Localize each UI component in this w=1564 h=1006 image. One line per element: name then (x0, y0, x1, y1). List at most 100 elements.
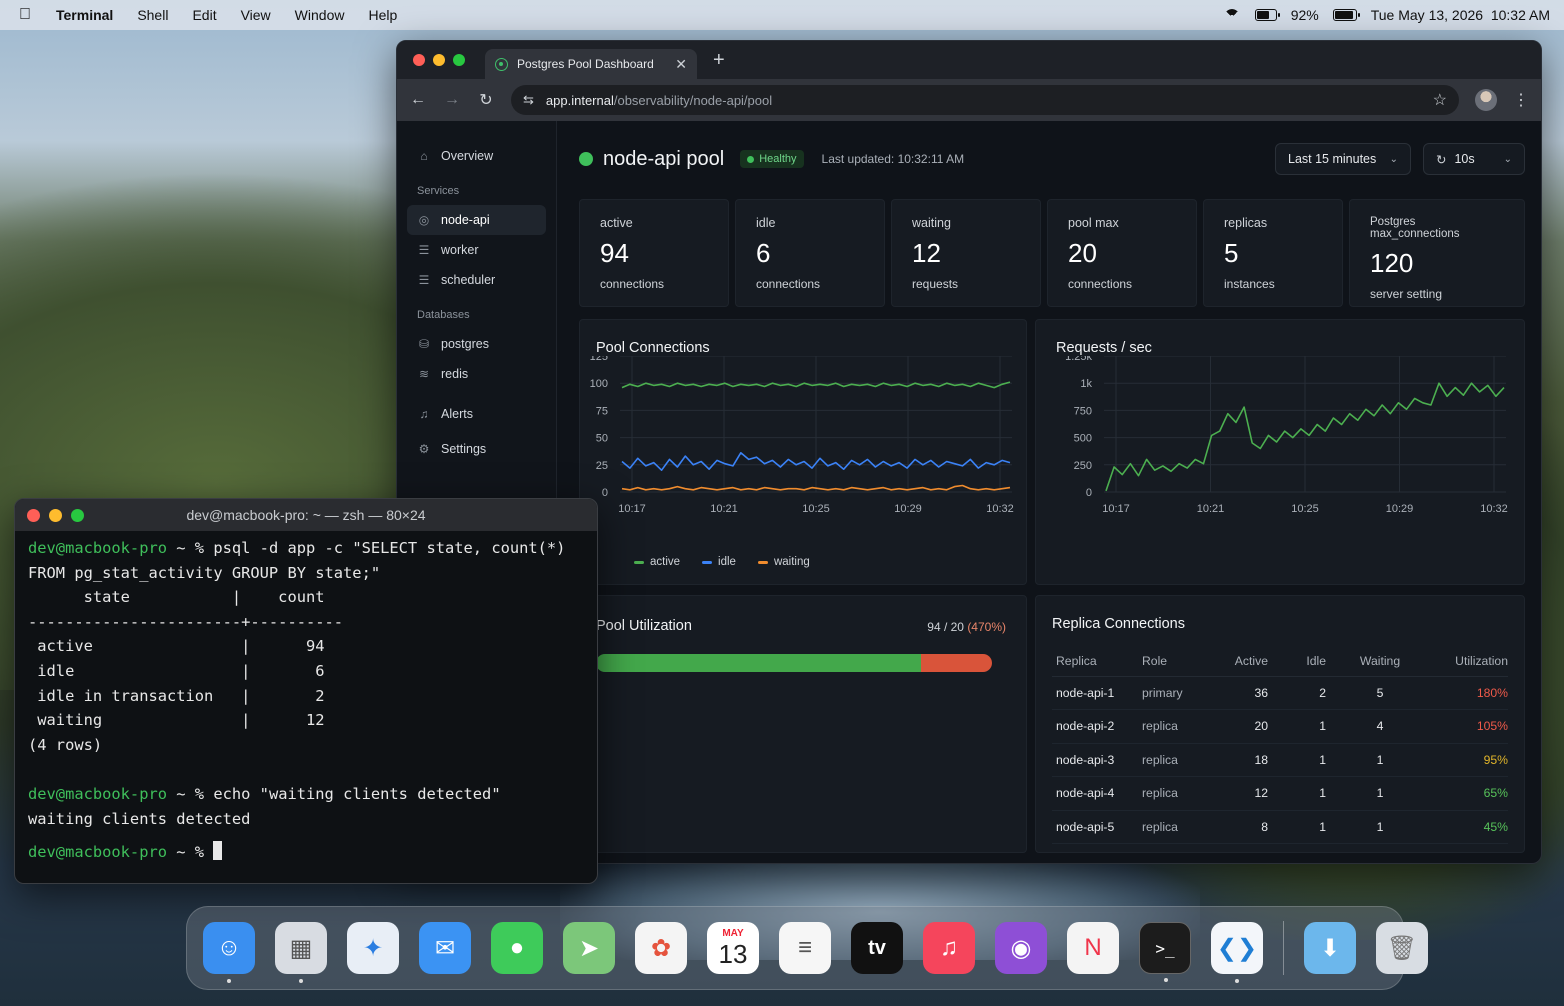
tab-close-icon[interactable]: ✕ (675, 56, 687, 73)
launchpad-icon[interactable]: ▦ (275, 922, 327, 983)
legend-item-idle[interactable]: idle (702, 556, 736, 568)
address-bar[interactable]: ⇆ app.internal/observability/node-api/po… (511, 85, 1459, 115)
forward-icon[interactable]: → (443, 91, 461, 109)
y-tick-label: 250 (1074, 460, 1092, 472)
legend-swatch-icon (702, 560, 713, 564)
browser-tab[interactable]: Postgres Pool Dashboard ✕ (485, 49, 697, 79)
terminal-output[interactable]: dev@macbook-pro ~ % psql -d app -c "SELE… (15, 531, 597, 874)
music-icon[interactable]: ♫ (923, 922, 975, 974)
replica-role: replica (1142, 810, 1204, 844)
status-badge: Healthy (740, 150, 804, 168)
x-tick-label: 10:29 (1386, 503, 1414, 515)
terminal-text: -----------------------+---------- (28, 612, 344, 631)
menu-app-name[interactable]: Terminal (56, 7, 113, 23)
y-tick-label: 750 (1074, 405, 1092, 417)
trash-icon[interactable]: 🗑 (1376, 922, 1428, 974)
utilization-bar-overflow (920, 654, 992, 672)
col-replica: Replica (1052, 646, 1142, 677)
sidebar-item-alerts[interactable]: ♫ Alerts (407, 399, 546, 429)
table-row[interactable]: node-api-1 primary 36 2 5 180% (1052, 676, 1508, 710)
sidebar-item-scheduler[interactable]: ☰ scheduler (407, 265, 546, 295)
profile-avatar[interactable] (1475, 89, 1497, 111)
terminal-text: waiting | 12 (28, 711, 325, 730)
mail-icon[interactable]: ✉ (419, 922, 471, 974)
y-tick-label: 75 (596, 405, 608, 417)
minimize-window-button[interactable] (433, 54, 445, 66)
stat-label: Postgres max_connections (1370, 216, 1460, 240)
menu-shell[interactable]: Shell (137, 7, 168, 23)
maps-icon[interactable]: ➤ (563, 922, 615, 974)
downloads-folder-icon[interactable]: ⬇ (1304, 922, 1356, 974)
terminal-title-bar: dev@macbook-pro: ~ — zsh — 80×24 (15, 499, 597, 531)
sidebar-item-overview[interactable]: ⌂ Overview (407, 141, 546, 171)
messages-icon[interactable]: ● (491, 922, 543, 974)
finder-icon[interactable]: ☺ (203, 922, 255, 983)
calendar-icon[interactable]: MAY 13 (707, 922, 759, 974)
stat-value: 12 (912, 238, 941, 268)
stat-label: pool max (1068, 216, 1119, 230)
sidebar-item-worker[interactable]: ☰ worker (407, 235, 546, 265)
apple-tv-icon[interactable]: tv (851, 922, 903, 974)
menu-help[interactable]: Help (368, 7, 397, 23)
terminal-line: -----------------------+---------- (28, 613, 584, 638)
sidebar-item-label: Overview (441, 149, 494, 163)
battery-widget-icon[interactable] (1254, 9, 1280, 21)
sidebar-item-postgres[interactable]: ⛁ postgres (407, 329, 546, 359)
battery-icon[interactable] (1332, 9, 1360, 21)
stat-sub: instances (1224, 277, 1275, 291)
podcasts-icon[interactable]: ◉ (995, 922, 1047, 974)
menu-clock[interactable]: Tue May 13, 2026 10:32 AM (1371, 7, 1550, 23)
list-icon: ☰ (418, 273, 430, 287)
stats-row: active 94 connections idle 6 connections… (579, 199, 1525, 307)
back-icon[interactable]: ← (409, 91, 427, 109)
table-row[interactable]: node-api-4 replica 12 1 1 65% (1052, 776, 1508, 811)
y-tick-label: 100 (590, 378, 608, 390)
news-icon[interactable]: N (1067, 922, 1119, 974)
chart-title: Requests / sec (1056, 340, 1152, 356)
stat-label: idle (756, 216, 776, 230)
new-tab-icon[interactable]: + (713, 49, 725, 72)
requests-per-sec-panel: Requests / sec 1.25k 1k 750 500 250 0 10:17 10:… (1035, 319, 1525, 585)
legend-item-waiting[interactable]: waiting (757, 556, 810, 568)
time-range-select[interactable]: Last 15 minutes ⌄ (1275, 143, 1411, 175)
zoom-window-button[interactable] (71, 508, 84, 522)
legend-label: active (650, 556, 681, 568)
sidebar-item-label: redis (441, 367, 469, 381)
menu-window[interactable]: Window (295, 7, 345, 23)
apple-menu-icon[interactable]:  (14, 6, 36, 24)
table-header-row: Replica Role Active Idle Waiting Utiliza… (1052, 646, 1508, 677)
reminders-icon[interactable]: ≡ (779, 922, 831, 974)
legend-item-active[interactable]: active (634, 556, 680, 568)
x-tick-label: 10:25 (1291, 503, 1319, 515)
table-row[interactable]: node-api-2 replica 20 1 4 105% (1052, 709, 1508, 744)
terminal-line: dev@macbook-pro ~ % psql -d app -c "SELE… (28, 539, 584, 564)
photos-icon[interactable]: ✿ (635, 922, 687, 974)
reload-icon[interactable]: ↻ (477, 90, 495, 110)
safari-icon[interactable]: ✦ (347, 922, 399, 974)
browser-menu-icon[interactable]: ⋮ (1513, 90, 1529, 110)
zoom-window-button[interactable] (453, 54, 465, 66)
col-active: Active (1204, 646, 1282, 677)
terminal-icon[interactable]: >_ (1139, 922, 1191, 982)
chart-title: Pool Connections (596, 340, 710, 356)
close-window-button[interactable] (413, 54, 425, 66)
refresh-interval-select[interactable]: ↻ 10s ⌄ (1423, 143, 1525, 175)
sidebar-item-settings[interactable]: ⚙ Settings (407, 434, 546, 464)
table-row[interactable]: node-api-5 replica 8 1 1 45% (1052, 810, 1508, 844)
table-row[interactable]: node-api-3 replica 18 1 1 95% (1052, 743, 1508, 777)
sidebar-item-node-api[interactable]: ◎ node-api (407, 205, 546, 235)
bookmark-star-icon[interactable]: ☆ (1433, 90, 1447, 110)
menu-edit[interactable]: Edit (192, 7, 216, 23)
dock: ☺ ▦ ✦ ✉ ● ➤ ✿ MAY 13 ≡ tv ♫ ◉ N >_ ❮❯ ⬇ 🗑 (186, 906, 1428, 990)
vscode-icon[interactable]: ❮❯ (1211, 922, 1263, 983)
utilization-percent: (470%) (967, 620, 1006, 634)
x-tick-label: 10:21 (710, 503, 738, 515)
wifi-icon[interactable] (1223, 9, 1241, 22)
site-settings-icon[interactable]: ⇆ (523, 92, 534, 108)
minimize-window-button[interactable] (49, 508, 62, 522)
menu-view[interactable]: View (241, 7, 271, 23)
replica-role: primary (1142, 676, 1204, 710)
close-window-button[interactable] (27, 508, 40, 522)
sidebar-item-redis[interactable]: ≋ redis (407, 359, 546, 389)
